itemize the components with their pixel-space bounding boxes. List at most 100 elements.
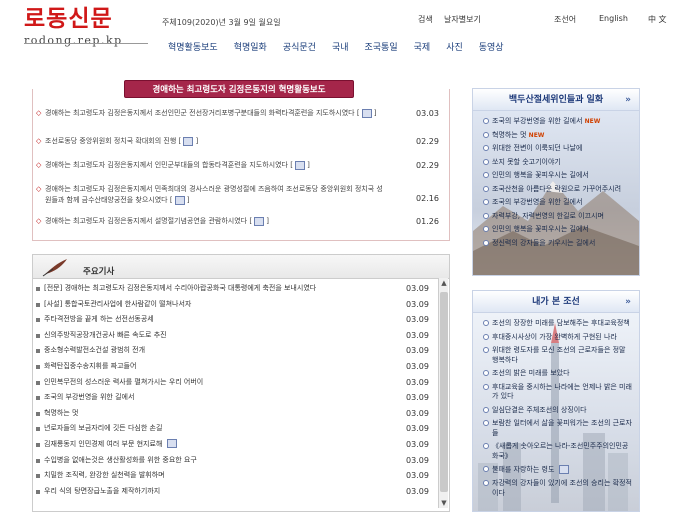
- list-item[interactable]: [전문] 경애하는 최고령도자 김정은동지께서 수리아아랍공화국 대통령에게 축…: [36, 281, 432, 297]
- article-title: 중소형수력발전소건설 광범히 전개: [44, 346, 146, 355]
- list-item[interactable]: 정신력의 강자들을 키우시는 길에서: [483, 239, 633, 249]
- circle-bullet-icon: [483, 226, 489, 232]
- square-bullet-icon: [36, 333, 40, 338]
- list-item[interactable]: 일심단결은 주체조선의 상징이다: [483, 406, 633, 416]
- list-item[interactable]: 우리 식의 탕면장급노출을 제작하기까지 03.09: [36, 484, 432, 500]
- activity-item[interactable]: ◇ 조선로동당 중앙위원회 정치국 확대회의 진행 [ ] 02.29: [36, 136, 446, 160]
- circle-bullet-icon: [483, 370, 489, 376]
- activity-item-date: 02.29: [416, 161, 439, 170]
- nav-photos[interactable]: 사진: [438, 40, 471, 53]
- search-link[interactable]: 검색: [418, 14, 433, 25]
- list-item[interactable]: 수입병을 없애는것은 생산활성화를 위한 중요한 요구 03.09: [36, 453, 432, 469]
- list-item[interactable]: 조선의 장장한 미래를 담보해주는 후대교육정책: [483, 319, 633, 329]
- double-chevron-icon[interactable]: »: [625, 291, 631, 313]
- list-item[interactable]: 보람찬 일터에서 삶을 꽃피워가는 조선의 근로자들: [483, 419, 633, 438]
- list-item[interactable]: 혁명하는 멋 NEW: [483, 131, 633, 141]
- nav-international[interactable]: 국제: [406, 40, 439, 53]
- nav-domestic[interactable]: 국내: [324, 40, 357, 53]
- list-item[interactable]: 치밀한 조직력, 완강한 실천력을 발휘하며 03.09: [36, 468, 432, 484]
- list-item[interactable]: 중소형수력발전소건설 광범히 전개 03.09: [36, 343, 432, 359]
- circle-bullet-icon: [483, 333, 489, 340]
- circle-bullet-icon: [483, 466, 489, 472]
- photo-doc-icon[interactable]: [174, 195, 185, 205]
- photo-doc-icon[interactable]: [254, 216, 265, 226]
- list-item[interactable]: 조국의 부강번영을 위한 길에서 NEW: [483, 117, 633, 127]
- anecdote-title: 인민의 행복을 꽃피우시는 길에서: [492, 225, 589, 233]
- article-date: 03.09: [406, 377, 429, 387]
- quill-pen-icon: [42, 259, 67, 277]
- list-item[interactable]: 불패를 자랑하는 령도: [483, 465, 633, 475]
- article-title: 자강력의 강자들이 있기에 조선의 승리는 확정적이다: [492, 479, 632, 497]
- article-title: 후대교육을 중시하는 나라에는 언제나 밝은 미래가 있다: [492, 382, 632, 401]
- list-item[interactable]: [사설] 통합국토관리사업에 한사람같이 떨쳐나서자 03.09: [36, 297, 432, 313]
- activity-title[interactable]: 경애하는 최고령도자 김정은동지의 혁명활동보도: [124, 80, 354, 98]
- list-item[interactable]: 쏘지 못할 숫고기이야기: [483, 158, 633, 168]
- anecdotes-panel: 백두산절세위인들과 일화 » 조국의 부강번영을 위한 길에서 NEW 혁명하는 …: [472, 88, 640, 276]
- list-item[interactable]: 인민의 행복을 꽃피우시는 길에서: [483, 171, 633, 181]
- list-item[interactable]: 인민복무전의 성스러운 력사를 펼쳐가시는 우리 어버이 03.09: [36, 375, 432, 391]
- list-item[interactable]: 년로자들의 보금자리에 깃든 다심한 손길 03.09: [36, 421, 432, 437]
- list-item[interactable]: 인민의 행복을 꽃피우시는 길에서: [483, 225, 633, 235]
- square-bullet-icon: [36, 349, 40, 354]
- foreigners-view-header[interactable]: 내가 본 조선 »: [473, 291, 639, 313]
- photo-doc-icon[interactable]: [166, 439, 177, 449]
- list-item[interactable]: 주타격전방을 끝게 하는 선전선동공세 03.09: [36, 312, 432, 328]
- square-bullet-icon: [36, 489, 40, 494]
- article-title: 조선의 장장한 미래를 담보해주는 후대교육정책: [492, 319, 630, 327]
- list-item[interactable]: 조국산천을 아름다운 락원으로 가꾸어주시려: [483, 185, 633, 195]
- list-item[interactable]: 후대교육을 중시하는 나라에는 언제나 밝은 미래가 있다: [483, 383, 633, 402]
- activity-item[interactable]: ◇ 경애하는 최고령도자 김정은동지께서 설명절기념공연을 관람하시였다 [ ] 0…: [36, 216, 446, 244]
- nav-revolutionary-activity[interactable]: 혁명활동보도: [160, 40, 226, 53]
- list-item[interactable]: 화력탄집중수송지휘를 짜고들어 03.09: [36, 359, 432, 375]
- list-item[interactable]: 김재룡동지 인민경제 여러 부문 현지료해 03.09: [36, 437, 432, 453]
- list-item[interactable]: 《새롭게 솟아오르는 나라-조선민주주의인민공화국》: [483, 442, 633, 461]
- lang-english-link[interactable]: English: [599, 14, 628, 23]
- anecdotes-panel-header[interactable]: 백두산절세위인들과 일화 »: [473, 89, 639, 111]
- list-item[interactable]: 조선의 밝은 미래를 보았다: [483, 369, 633, 379]
- article-date: 03.09: [406, 361, 429, 371]
- articles-scrollbar[interactable]: ▲ ▼: [438, 278, 448, 508]
- nav-anecdotes[interactable]: 혁명일화: [226, 40, 275, 53]
- list-item[interactable]: 조국의 부강번영을 위한 길에서 03.09: [36, 390, 432, 406]
- photo-doc-icon[interactable]: [558, 465, 569, 474]
- photo-doc-icon[interactable]: [294, 160, 305, 170]
- nav-videos[interactable]: 동영상: [471, 40, 512, 53]
- double-chevron-icon[interactable]: »: [625, 89, 631, 111]
- foreigners-view-title: 내가 본 조선: [532, 297, 580, 307]
- list-item[interactable]: 위대한 전변이 이룩되던 나날에: [483, 144, 633, 154]
- anecdote-title: 위대한 전변이 이룩되던 나날에: [492, 144, 583, 152]
- site-logo[interactable]: 로동신문 rodong.rep.kp: [24, 6, 148, 56]
- nav-reunification[interactable]: 조국통일: [357, 40, 406, 53]
- lang-chinese-link[interactable]: 中 文: [648, 14, 667, 25]
- logo-url: rodong.rep.kp: [24, 34, 123, 47]
- logo-divider: [24, 43, 148, 44]
- list-item[interactable]: 후대중시사상이 가장 완벽하게 구현된 나라: [483, 333, 633, 343]
- main-nav: 혁명활동보도 혁명일화 공식문건 국내 조국통일 국제 사진 동영상: [160, 40, 512, 53]
- article-title: 인민복무전의 성스러운 력사를 펼쳐가시는 우리 어버이: [44, 377, 204, 386]
- list-item[interactable]: 조국의 부강번영을 위한 길에서: [483, 198, 633, 208]
- activity-item[interactable]: ◇ 경애하는 최고령도자 김정은동지께서 조선인민군 전선장거리포병구분대들의 화…: [36, 108, 446, 136]
- scroll-up-arrow-icon[interactable]: ▲: [439, 278, 449, 288]
- list-item[interactable]: 자강력의 강자들이 있기에 조선의 승리는 확정적이다: [483, 479, 633, 498]
- anecdote-title: 조국의 부강번영을 위한 길에서: [492, 117, 583, 125]
- article-title: 신의주방직공장개건공사 빠른 속도로 추진: [44, 330, 167, 339]
- nav-official-documents[interactable]: 공식문건: [275, 40, 324, 53]
- lang-korean-link[interactable]: 조선어: [554, 14, 576, 25]
- article-date: 03.09: [406, 299, 429, 309]
- list-item[interactable]: 혁명하는 멋 03.09: [36, 406, 432, 422]
- date-view-link[interactable]: 날자별보기: [444, 14, 481, 25]
- activity-item[interactable]: ◇ 경애하는 최고령도자 김정은동지께서 인민군부대들의 합동타격훈련을 지도하시…: [36, 160, 446, 184]
- list-item[interactable]: 위대한 령도자를 모신 조선의 근로자들은 정말 행복하다: [483, 346, 633, 365]
- photo-doc-icon[interactable]: [183, 136, 194, 146]
- scroll-down-arrow-icon[interactable]: ▼: [439, 498, 449, 508]
- photo-doc-icon[interactable]: [361, 108, 372, 118]
- main-articles-header: 주요기사: [33, 255, 449, 279]
- list-item[interactable]: 신의주방직공장개건공사 빠른 속도로 추진 03.09: [36, 328, 432, 344]
- circle-bullet-icon: [483, 480, 489, 486]
- square-bullet-icon: [36, 380, 40, 385]
- scrollbar-thumb[interactable]: [440, 292, 448, 492]
- article-title: 화력탄집중수송지휘를 짜고들어: [44, 361, 137, 370]
- article-title: 조선의 밝은 미래를 보았다: [492, 369, 570, 377]
- list-item[interactable]: 자력부강, 자력번영의 한길로 이끄시며: [483, 212, 633, 222]
- activity-item[interactable]: ◇ 경애하는 최고령도자 김정은동지께서 민족최대의 경사스러운 광명성절에 즈음…: [36, 184, 446, 216]
